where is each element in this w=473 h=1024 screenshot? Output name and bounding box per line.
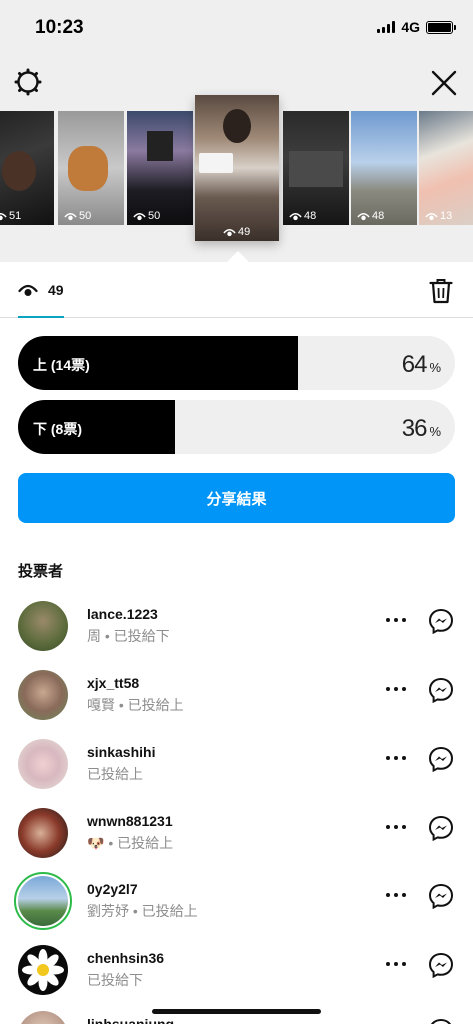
story-thumbnails: 51 50 50 49 48 48 13	[0, 95, 473, 255]
messenger-icon[interactable]	[428, 746, 454, 772]
poll-option-bar: 上 (14票) 64%	[18, 336, 455, 390]
voter-username[interactable]: xjx_tt58	[87, 675, 139, 691]
story-view-count: 50	[64, 210, 91, 222]
network-label: 4G	[401, 19, 420, 35]
voter-vote-detail: 嘎賢 • 已投給上	[87, 697, 184, 713]
status-time: 10:23	[35, 17, 84, 38]
messenger-icon[interactable]	[428, 677, 454, 703]
signal-icon	[377, 21, 396, 33]
eye-icon	[64, 212, 77, 220]
voter-row[interactable]: xjx_tt58 嘎賢 • 已投給上	[0, 667, 473, 729]
more-options-icon[interactable]	[385, 754, 407, 762]
messenger-icon[interactable]	[428, 952, 454, 978]
avatar[interactable]	[18, 945, 68, 995]
voter-row[interactable]: 0y2y2l7 劉芳妤 • 已投給上	[0, 872, 473, 935]
status-bar: 10:23 4G	[0, 0, 473, 56]
story-thumbnail[interactable]: 48	[283, 111, 349, 225]
story-thumbnail[interactable]: 48	[351, 111, 417, 225]
flower-icon	[22, 949, 64, 991]
more-options-icon[interactable]	[385, 823, 407, 831]
avatar[interactable]	[18, 739, 68, 789]
avatar[interactable]	[18, 1011, 68, 1024]
story-view-count: 48	[357, 210, 384, 222]
voter-vote-detail: 周 • 已投給下	[87, 628, 170, 644]
eye-icon	[223, 228, 236, 236]
story-view-count: 48	[289, 210, 316, 222]
selected-pointer	[227, 251, 249, 262]
settings-gear-icon[interactable]	[14, 68, 42, 96]
story-thumbnail[interactable]: 50	[58, 111, 124, 225]
story-thumbnail[interactable]: 13	[419, 111, 473, 225]
story-view-count: 50	[133, 210, 160, 222]
voter-username[interactable]: lance.1223	[87, 606, 158, 622]
voters-heading: 投票者	[18, 563, 64, 580]
story-thumbnail[interactable]: 50	[127, 111, 193, 225]
poll-option-label: 上 (14票)	[33, 357, 90, 373]
voter-username[interactable]: linhsuanjung	[87, 1016, 174, 1024]
avatar	[18, 876, 68, 926]
more-options-icon[interactable]	[385, 685, 407, 693]
eye-icon	[425, 212, 438, 220]
close-icon[interactable]	[429, 68, 459, 98]
tab-bar: 49	[0, 262, 473, 318]
story-view-count: 13	[425, 210, 452, 222]
avatar[interactable]	[18, 670, 68, 720]
story-header: 10:23 4G 51 50 50 49 48 48 13	[0, 0, 473, 262]
eye-icon	[289, 212, 302, 220]
status-icons: 4G	[377, 19, 456, 35]
messenger-icon[interactable]	[428, 1018, 454, 1024]
story-thumbnail-selected[interactable]: 49	[195, 95, 279, 241]
viewers-count: 49	[48, 282, 64, 298]
battery-icon	[426, 20, 456, 34]
voter-username[interactable]: 0y2y2l7	[87, 881, 138, 897]
voter-row[interactable]: chenhsin36 已投給下	[0, 942, 473, 1004]
voter-vote-detail: 已投給下	[87, 972, 143, 988]
more-options-icon[interactable]	[385, 616, 407, 624]
voter-vote-detail: 劉芳妤 • 已投給上	[87, 903, 198, 919]
poll-option-bar: 下 (8票) 36%	[18, 400, 455, 454]
avatar[interactable]	[18, 601, 68, 651]
story-view-count: 51	[0, 210, 21, 222]
tab-viewers[interactable]: 49	[18, 282, 64, 298]
voter-row[interactable]: wnwn881231 🐶 • 已投給上	[0, 805, 473, 867]
tab-underline	[18, 316, 64, 318]
story-thumbnail[interactable]: 51	[0, 111, 54, 225]
messenger-icon[interactable]	[428, 608, 454, 634]
messenger-icon[interactable]	[428, 815, 454, 841]
eye-icon	[133, 212, 146, 220]
avatar-story-ring[interactable]	[14, 872, 72, 930]
story-view-count: 49	[223, 226, 250, 238]
more-options-icon[interactable]	[385, 960, 407, 968]
poll-option-percent: 36%	[401, 415, 441, 442]
eye-icon	[357, 212, 370, 220]
voter-username[interactable]: sinkashihi	[87, 744, 155, 760]
avatar[interactable]	[18, 808, 68, 858]
eye-icon	[18, 284, 38, 296]
home-indicator[interactable]	[152, 1009, 321, 1014]
more-options-icon[interactable]	[385, 891, 407, 899]
voter-username[interactable]: chenhsin36	[87, 950, 164, 966]
voter-username[interactable]: wnwn881231	[87, 813, 173, 829]
share-results-button[interactable]: 分享結果	[18, 473, 455, 523]
voter-vote-detail: 🐶 • 已投給上	[87, 835, 174, 851]
messenger-icon[interactable]	[428, 883, 454, 909]
poll-option-label: 下 (8票)	[33, 421, 82, 437]
voter-row[interactable]: lance.1223 周 • 已投給下	[0, 598, 473, 660]
trash-icon[interactable]	[429, 278, 453, 304]
voter-row[interactable]: sinkashihi 已投給上	[0, 736, 473, 798]
poll-results-screen: 10:23 4G 51 50 50 49 48 48 13 49 上 (14票)…	[0, 0, 473, 1024]
voter-vote-detail: 已投給上	[87, 766, 143, 782]
eye-icon	[0, 212, 7, 220]
poll-option-percent: 64%	[401, 351, 441, 378]
